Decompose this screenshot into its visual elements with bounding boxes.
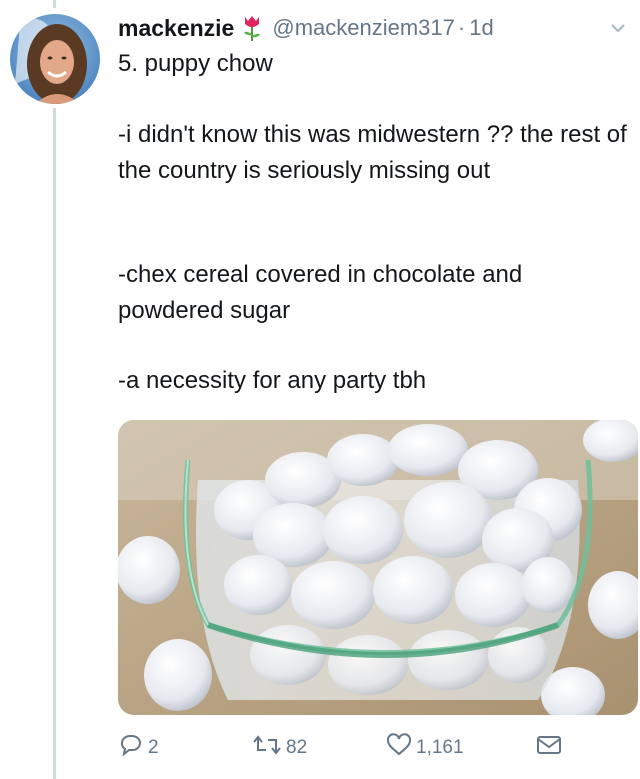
retweet-count: 82 <box>286 737 308 758</box>
like-button[interactable]: 1,161 <box>386 730 464 766</box>
reply-count: 2 <box>148 737 159 758</box>
thread-line <box>53 108 56 779</box>
direct-message-icon <box>536 733 566 763</box>
like-icon <box>386 733 416 763</box>
reply-icon <box>118 733 148 763</box>
direct-message-button[interactable] <box>536 730 566 766</box>
timestamp[interactable]: 1d <box>469 15 493 41</box>
retweet-button[interactable]: 82 <box>252 730 307 766</box>
chevron-down-icon[interactable] <box>610 20 626 36</box>
tweet-text-paragraph: -chex cereal covered in chocolate and po… <box>118 261 523 324</box>
avatar[interactable] <box>10 14 100 104</box>
tweet-content: mackenzie @mackenziem317 · 1d 5. puppy c… <box>118 0 638 758</box>
reply-button[interactable]: 2 <box>118 730 159 766</box>
tweet-text-paragraph: -a necessity for any party tbh <box>118 367 427 394</box>
tweet-media-image[interactable] <box>118 420 638 715</box>
tweet-actions: 2 82 1,161 <box>118 730 638 766</box>
separator: · <box>457 15 466 40</box>
thread-line-top <box>53 0 56 8</box>
like-count: 1,161 <box>416 737 464 758</box>
tweet-header: mackenzie @mackenziem317 · 1d <box>118 6 628 50</box>
tweet-text-title: 5. puppy chow <box>118 50 273 77</box>
rose-icon <box>240 14 264 42</box>
tweet: mackenzie @mackenziem317 · 1d 5. puppy c… <box>0 0 640 779</box>
retweet-icon <box>252 733 286 763</box>
tweet-text-paragraph: -i didn't know this was midwestern ?? th… <box>118 121 627 184</box>
display-name[interactable]: mackenzie <box>118 15 234 42</box>
user-handle[interactable]: @mackenziem317 <box>272 15 455 41</box>
